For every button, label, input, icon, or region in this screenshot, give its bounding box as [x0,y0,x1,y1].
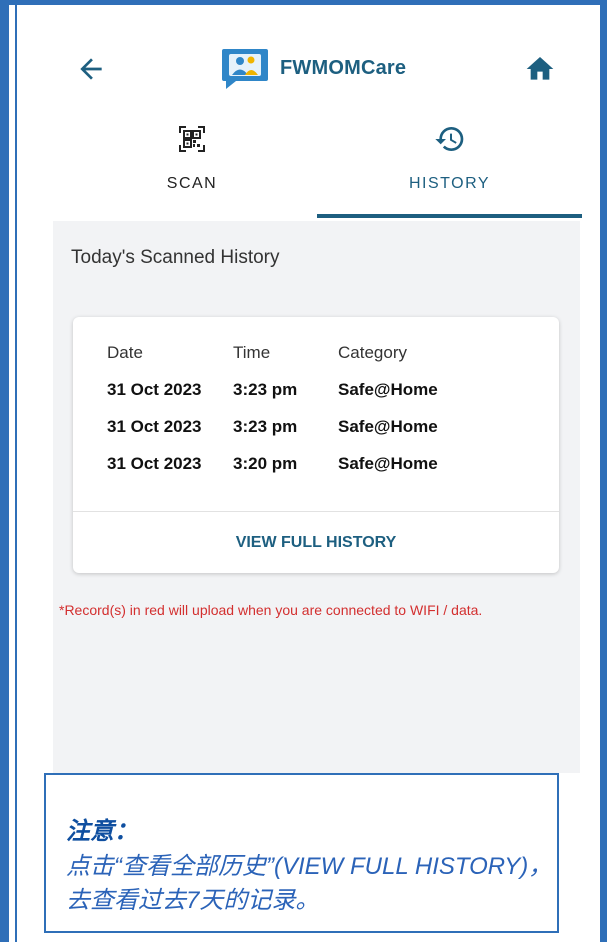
upload-notice: *Record(s) in red will upload when you a… [59,602,483,618]
note-box: 注意： 点击“查看全部历史”(VIEW FULL HISTORY)，去查看过去7… [44,773,559,933]
column-header-date: Date [107,343,143,362]
column-header-time: Time [233,343,271,362]
table-row: 31 Oct 2023 3:20 pm Safe@Home [107,454,547,478]
table-row: 31 Oct 2023 3:23 pm Safe@Home [107,380,547,404]
history-card: Date Time Category 31 Oct 2023 3:23 pm S… [73,317,559,573]
home-button[interactable] [524,53,556,85]
qr-code-icon [179,126,205,152]
home-icon [526,57,554,80]
back-button[interactable] [75,53,107,85]
row-date: 31 Oct 2023 [107,417,202,436]
tab-history-label: HISTORY [408,175,491,192]
view-full-history-button[interactable]: VIEW FULL HISTORY [73,512,559,573]
row-category: Safe@Home [338,380,438,399]
row-date: 31 Oct 2023 [107,380,202,399]
table-row: 31 Oct 2023 3:23 pm Safe@Home [107,417,547,441]
tab-scan-label: SCAN [166,175,218,192]
row-time: 3:23 pm [233,417,298,436]
arrow-left-icon [80,58,102,80]
app-logo-icon [222,49,268,89]
row-date: 31 Oct 2023 [107,454,202,473]
row-category: Safe@Home [338,417,438,436]
app-logo: FWMOMCare [220,45,406,91]
row-category: Safe@Home [338,454,438,473]
app-header: FWMOMCare [17,5,600,117]
history-panel: Today's Scanned History Date Time Catego… [53,221,580,773]
tab-bar: SCAN HISTORY [17,117,600,221]
note-body: 点击“查看全部历史”(VIEW FULL HISTORY)，去查看过去7天的记录… [66,853,553,914]
active-tab-indicator [317,214,582,218]
frame-right-border [600,0,607,942]
app-name: FWMOMCare [280,56,407,79]
row-time: 3:23 pm [233,380,298,399]
section-title: Today's Scanned History [71,247,280,268]
column-header-category: Category [338,343,407,362]
row-time: 3:20 pm [233,454,298,473]
tab-history[interactable]: HISTORY [317,117,582,217]
history-icon [434,127,463,152]
frame-left-border [0,0,9,942]
table-header: Date Time Category [107,343,547,367]
tab-scan[interactable]: SCAN [77,117,307,217]
note-title: 注意： [66,818,138,845]
